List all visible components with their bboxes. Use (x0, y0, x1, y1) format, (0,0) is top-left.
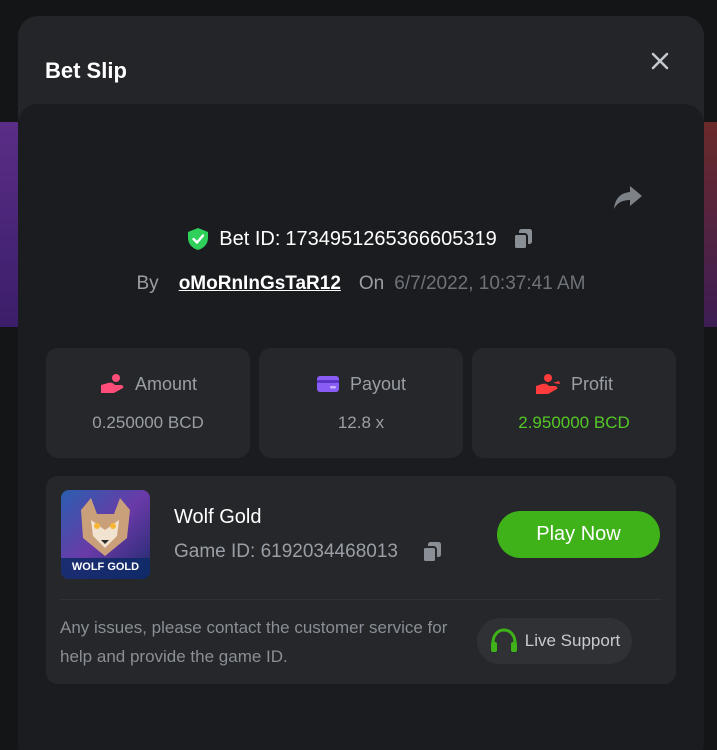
close-button[interactable] (646, 47, 674, 75)
headset-icon (490, 628, 517, 652)
shield-check-icon (188, 228, 209, 250)
stat-profit: Profit 2.950000 BCD (472, 348, 676, 458)
divider (60, 599, 662, 600)
game-id-label: Game ID: (174, 541, 256, 562)
card-icon (316, 376, 339, 392)
bet-datetime: 6/7/2022, 10:37:41 AM (394, 273, 586, 294)
stat-profit-label: Profit (570, 373, 613, 394)
on-label: On (358, 273, 385, 294)
bet-slip-modal: Bet Slip Bet ID: 1734951265366605319 By … (18, 16, 704, 750)
stat-payout-value: 12.8 x (337, 412, 385, 432)
bet-id-label: Bet ID: (219, 227, 281, 250)
copy-game-id-icon[interactable] (420, 540, 444, 564)
user-link[interactable]: oMoRnInGsTaR12 (179, 273, 341, 295)
copy-bet-id-icon[interactable] (511, 227, 535, 251)
game-thumbnail-text: WOLF GOLD (71, 561, 140, 573)
hand-coins-icon (100, 374, 124, 393)
game-thumbnail[interactable]: WOLF GOLD (61, 490, 150, 579)
bet-slip-content: Bet ID: 1734951265366605319 By oMoRnInGs… (18, 104, 704, 750)
by-label: By (136, 273, 159, 294)
game-name: Wolf Gold (174, 506, 262, 528)
close-icon (651, 52, 669, 70)
game-id-value: 6192034468013 (260, 541, 398, 562)
bet-id-row: Bet ID: 1734951265366605319 (18, 224, 704, 254)
stat-payout-label: Payout (349, 373, 407, 394)
bet-author-row: By oMoRnInGsTaR12 On 6/7/2022, 10:37:41 … (18, 270, 704, 298)
stat-amount: Amount 0.250000 BCD (46, 348, 250, 458)
stat-payout: Payout 12.8 x (259, 348, 463, 458)
live-support-button[interactable]: Live Support (477, 618, 632, 664)
share-icon[interactable] (612, 182, 644, 212)
stat-amount-value: 0.250000 BCD (92, 413, 204, 432)
game-card: WOLF GOLD Wolf Gold Game ID: 61920344680… (46, 476, 676, 684)
stat-amount-label: Amount (134, 373, 198, 394)
support-notice: Any issues, please contact the customer … (60, 618, 448, 666)
bet-stats: Amount 0.250000 BCD Payout 12.8 x Profit… (46, 348, 676, 458)
live-support-label: Live Support (524, 631, 621, 650)
game-id-row: Game ID: 6192034468013 (174, 540, 444, 564)
background-banner-right (703, 122, 717, 327)
play-now-button[interactable]: Play Now (497, 511, 660, 558)
background-banner-left (0, 122, 18, 327)
hand-money-icon (535, 374, 560, 394)
bet-id-value: 1734951265366605319 (285, 227, 497, 250)
stat-profit-value: 2.950000 BCD (518, 413, 630, 432)
modal-title: Bet Slip (45, 58, 127, 83)
